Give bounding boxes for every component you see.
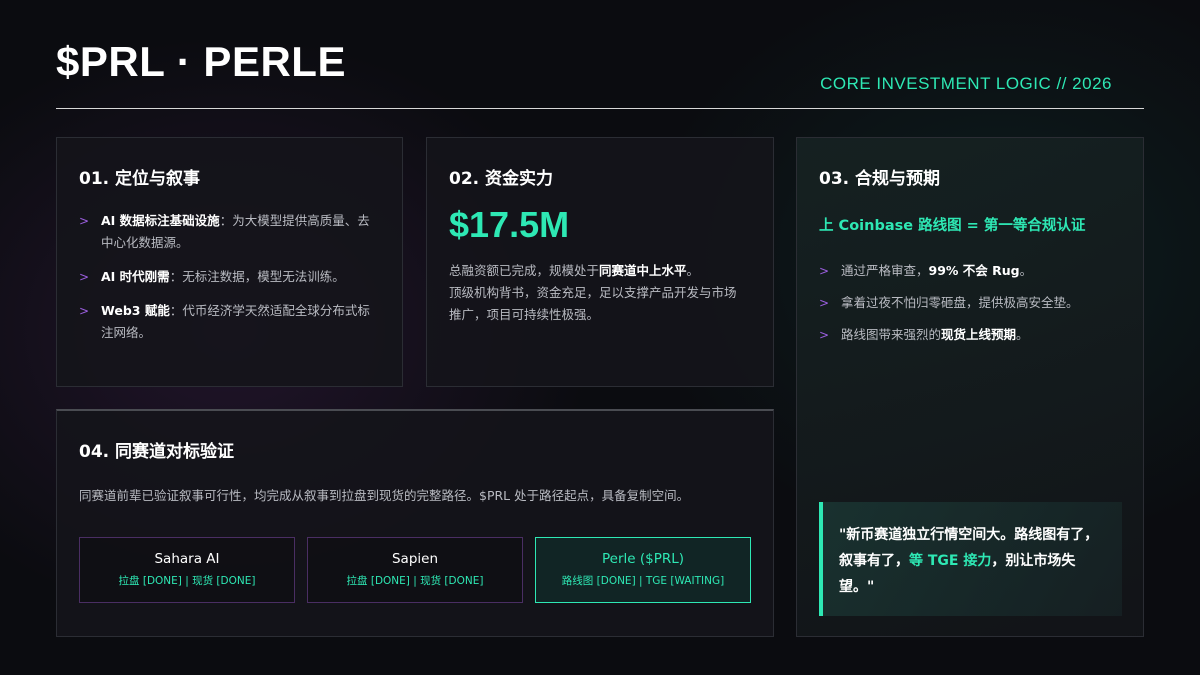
desc-bold: 同赛道中上水平 [599,263,687,278]
positioning-card: 01. 定位与叙事 > AI 数据标注基础设施：为大模型提供高质量、去中心化数据源… [56,137,403,387]
page-title: $PRL · PERLE [56,38,346,85]
compliance-highlight: 上 Coinbase 路线图 = 第一等合规认证 [819,218,1086,234]
peer-name: Perle ($PRL) [601,551,685,567]
desc-text: 。 [686,263,700,278]
benchmark-description: 同赛道前辈已验证叙事可行性，均完成从叙事到拉盘到现货的完整路径。$PRL 处于路… [79,488,690,503]
chevron-right-icon: > [79,214,90,228]
card-title: 01. 定位与叙事 [79,169,201,189]
list-item: > AI 数据标注基础设施：为大模型提供高质量、去中心化数据源。 [79,210,378,254]
funding-description: 总融资额已完成，规模处于同赛道中上水平。 顶级机构背书，资金充足，足以支撑产品开… [449,260,747,326]
peer-card-sahara: Sahara AI 拉盘 [DONE] | 现货 [DONE] [79,537,295,603]
compliance-card: 03. 合规与预期 上 Coinbase 路线图 = 第一等合规认证 > 通过严格… [796,137,1144,637]
item-bold: AI 数据标注基础设施 [101,213,220,228]
header-divider [56,108,1144,109]
peer-card-perle: Perle ($PRL) 路线图 [DONE] | TGE [WAITING] [535,537,751,603]
benchmark-card: 04. 同赛道对标验证 同赛道前辈已验证叙事可行性，均完成从叙事到拉盘到现货的完… [56,409,774,637]
list-item: > 通过严格审查，99% 不会 Rug。 [819,260,1119,282]
item-bold: 99% 不会 Rug [928,263,1020,278]
item-text: 。 [1019,263,1033,278]
list-item: > 拿着过夜不怕归零砸盘，提供极高安全垫。 [819,292,1119,314]
peer-status: 拉盘 [DONE] | 现货 [DONE] [346,575,484,587]
chevron-right-icon: > [79,270,90,284]
card-title: 03. 合规与预期 [819,169,941,189]
quote-highlight: 等 TGE 接力 [909,553,992,569]
positioning-list: > AI 数据标注基础设施：为大模型提供高质量、去中心化数据源。 > AI 时代刚需… [79,210,378,356]
item-bold: 现货上线预期 [941,327,1017,342]
peer-name: Sahara AI [154,551,220,567]
desc-text: 总融资额已完成，规模处于 [449,263,600,278]
list-item: > AI 时代刚需：无标注数据，模型无法训练。 [79,266,378,288]
item-text: ：无标注数据，模型无法训练。 [169,269,345,284]
desc-text: 顶级机构背书，资金充足，足以支撑产品开发与市场推广，项目可持续性极强。 [449,285,737,322]
compliance-list: > 通过严格审查，99% 不会 Rug。 > 拿着过夜不怕归零砸盘，提供极高安全垫。… [819,260,1119,356]
peer-name: Sapien [391,551,439,567]
item-text: 通过严格审查， [841,263,929,278]
page-subtitle: CORE INVESTMENT LOGIC // 2026 [820,74,1112,93]
funding-card: 02. 资金实力 $17.5M 总融资额已完成，规模处于同赛道中上水平。 顶级机… [426,137,774,387]
chevron-right-icon: > [819,296,830,310]
item-text: 路线图带来强烈的 [841,327,942,342]
chevron-right-icon: > [79,304,90,318]
item-text: 拿着过夜不怕归零砸盘，提供极高安全垫。 [841,295,1079,310]
item-bold: AI 时代刚需 [101,269,170,284]
list-item: > Web3 赋能：代币经济学天然适配全球分布式标注网络。 [79,300,378,344]
item-bold: Web3 赋能 [101,303,170,318]
funding-amount: $17.5M [449,204,570,245]
chevron-right-icon: > [819,264,830,278]
item-text: 。 [1016,327,1029,342]
peer-card-sapien: Sapien 拉盘 [DONE] | 现货 [DONE] [307,537,523,603]
card-title: 02. 资金实力 [449,169,554,189]
list-item: > 路线图带来强烈的现货上线预期。 [819,324,1119,346]
card-title: 04. 同赛道对标验证 [79,442,235,462]
peer-status: 拉盘 [DONE] | 现货 [DONE] [118,575,256,587]
quote-box: "新币赛道独立行情空间大。路线图有了，叙事有了，等 TGE 接力，别让市场失望。… [819,502,1122,616]
chevron-right-icon: > [819,328,830,342]
peer-status: 路线图 [DONE] | TGE [WAITING] [561,575,725,587]
